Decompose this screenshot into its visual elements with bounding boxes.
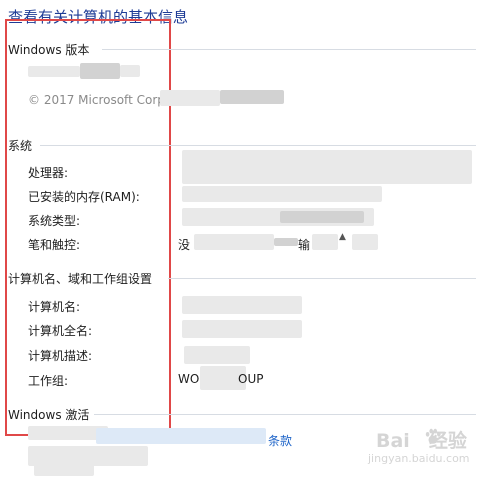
watermark-domain: jingyan.baidu.com [368,452,470,465]
redacted-pen-touch-value [194,234,274,250]
section-divider [94,414,476,415]
label-full-computer-name: 计算机全名: [28,324,93,338]
redacted-pen-touch-value [312,234,338,250]
copyright-text: © 2017 Microsoft Corpo [28,93,173,107]
label-installed-memory: 已安装的内存(RAM): [28,190,140,204]
redacted-copyright [220,90,284,104]
label-workgroup: 工作组: [28,374,69,388]
baidu-jingyan-watermark: Bai 经验 jingyan.baidu.com [358,424,480,472]
pen-touch-value-mark: ▲ [339,232,346,242]
redacted-computer-name [182,296,302,314]
license-terms-link[interactable]: 条款 [268,432,292,449]
watermark-brand: Bai 经验 [376,430,467,452]
section-heading-computer-name: 计算机名、域和工作组设置 [8,272,153,286]
baidu-paw-icon [425,428,441,444]
redacted-system-type-value [280,211,364,223]
redacted-product-id [34,464,94,476]
workgroup-value-start: WO [178,372,200,386]
redacted-memory-value [182,186,382,202]
redacted-edition-name [120,65,140,77]
pen-touch-value-start: 没 [178,238,191,252]
redacted-pen-touch-value [274,238,298,246]
label-computer-description: 计算机描述: [28,349,93,363]
section-divider [102,49,476,50]
workgroup-value-end: OUP [238,372,264,386]
redacted-processor-value [182,150,472,184]
redacted-edition-name [80,63,120,79]
label-system-type: 系统类型: [28,214,81,228]
redacted-license-link [96,428,266,444]
section-heading-system: 系统 [8,139,33,153]
redacted-computer-description [184,346,250,364]
section-heading-windows-edition: Windows 版本 [8,43,90,57]
pen-touch-value-end: 输 [298,238,311,252]
label-computer-name: 计算机名: [28,300,81,314]
label-processor: 处理器: [28,166,69,180]
section-divider [40,145,476,146]
redacted-product-id [28,446,148,466]
section-divider [168,278,476,279]
redacted-edition-name [28,66,80,77]
redacted-pen-touch-value [352,234,378,250]
redacted-full-computer-name [182,320,302,338]
section-heading-windows-activation: Windows 激活 [8,408,90,422]
label-pen-and-touch: 笔和触控: [28,238,81,252]
redacted-copyright [160,90,220,106]
